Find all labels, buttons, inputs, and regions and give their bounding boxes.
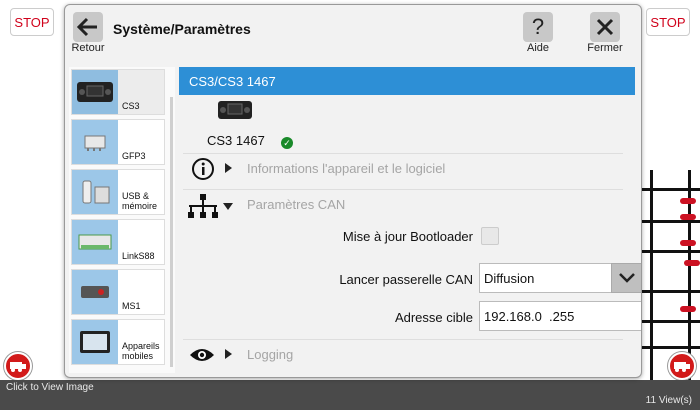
locomotive-icon: [674, 362, 690, 372]
sidebar-item-label: LinkS88: [122, 251, 155, 261]
loco-control-left[interactable]: [4, 352, 32, 380]
sidebar-item-label: CS3: [122, 101, 140, 111]
mobile-devices-icon: [72, 320, 118, 364]
sidebar-item-gfp3[interactable]: GFP3: [71, 119, 165, 165]
close-button[interactable]: [590, 12, 620, 42]
close-icon: [596, 18, 614, 36]
caret-down-icon: [223, 203, 233, 210]
eye-icon: [190, 349, 214, 361]
locomotive-icon: [10, 362, 26, 372]
sidebar-item-ms1[interactable]: MS1: [71, 269, 165, 315]
section-label: Logging: [247, 347, 294, 362]
gateway-select[interactable]: Diffusion: [479, 263, 641, 293]
info-icon: [192, 158, 214, 180]
section-label: Informations l'appareil et le logiciel: [247, 161, 446, 176]
section-label: Paramètres CAN: [247, 197, 346, 212]
view-count: 11 View(s): [645, 395, 692, 406]
arrow-left-icon: [77, 17, 97, 37]
caret-right-icon: [225, 163, 232, 173]
gfp3-device-icon: [72, 120, 118, 164]
chevron-down-icon: [619, 273, 635, 283]
track-layout-background: [640, 170, 700, 380]
device-sidebar: CS3 GFP3 USB & mémoire LinkS88 MS1 Appar…: [69, 67, 175, 373]
dialog-title: Système/Paramètres: [113, 21, 251, 37]
sidebar-item-label: GFP3: [122, 151, 146, 161]
viewer-bottom-bar: [0, 380, 700, 410]
dialog-header: Retour Système/Paramètres ? Aide Fermer: [65, 5, 641, 57]
sidebar-item-usb[interactable]: USB & mémoire: [71, 169, 165, 215]
network-icon: [188, 194, 218, 218]
gateway-label: Lancer passerelle CAN: [339, 272, 473, 287]
section-logging[interactable]: Logging: [183, 339, 623, 369]
sidebar-item-mobile-devices[interactable]: Appareils mobiles: [71, 319, 165, 365]
cs3-device-image: [218, 101, 252, 119]
device-detail-panel: CS3/CS3 1467 CS3 1467 ✓ Informations l'a…: [179, 67, 641, 377]
click-to-view-link[interactable]: Click to View Image: [6, 382, 94, 393]
check-icon: ✓: [281, 137, 293, 149]
help-label: Aide: [526, 42, 550, 54]
device-name: CS3 1467: [207, 133, 265, 148]
bootloader-label: Mise à jour Bootloader: [342, 229, 473, 244]
section-can-settings[interactable]: Paramètres CAN: [183, 189, 623, 219]
gateway-select-value: Diffusion: [484, 271, 535, 286]
links88-device-icon: [72, 220, 118, 264]
sidebar-item-label: USB & mémoire: [122, 191, 158, 211]
sidebar-scrollbar[interactable]: [170, 97, 173, 367]
selected-device-header: CS3/CS3 1467: [179, 67, 635, 95]
loco-control-right[interactable]: [668, 352, 696, 380]
sidebar-item-label: Appareils mobiles: [122, 341, 160, 361]
dropdown-button[interactable]: [611, 263, 641, 293]
usb-memory-icon: [72, 170, 118, 214]
target-address-input[interactable]: 192.168.0 .255: [479, 301, 641, 331]
back-label: Retour: [71, 42, 105, 54]
sidebar-item-links88[interactable]: LinkS88: [71, 219, 165, 265]
cs3-device-icon: [72, 70, 118, 114]
target-address-label: Adresse cible: [394, 310, 473, 325]
help-button[interactable]: ?: [523, 12, 553, 42]
sidebar-item-cs3[interactable]: CS3: [71, 69, 165, 115]
sidebar-item-label: MS1: [122, 301, 141, 311]
section-device-info[interactable]: Informations l'appareil et le logiciel: [183, 153, 623, 183]
bootloader-checkbox[interactable]: [481, 227, 499, 245]
settings-dialog: Retour Système/Paramètres ? Aide Fermer …: [64, 4, 642, 378]
back-button[interactable]: [73, 12, 103, 42]
stop-button-left[interactable]: STOP: [10, 8, 54, 36]
close-label: Fermer: [587, 42, 623, 54]
ms1-device-icon: [72, 270, 118, 314]
stop-button-right[interactable]: STOP: [646, 8, 690, 36]
question-mark-icon: ?: [531, 14, 545, 39]
caret-right-icon: [225, 349, 232, 359]
